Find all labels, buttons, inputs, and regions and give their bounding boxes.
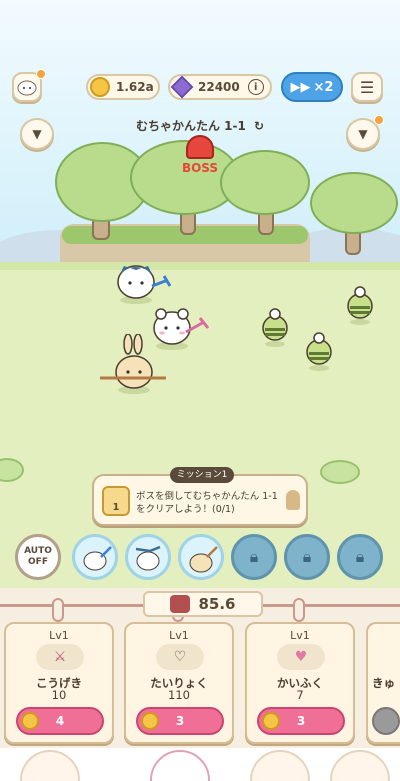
attack-icon: ⚔ [36, 644, 84, 670]
upgrade-button[interactable]: 3 [257, 707, 345, 735]
upgrade-card-recovery: Lv1 ♥ かいふく 7 3 [245, 622, 355, 744]
upgrade-cost: 4 [55, 714, 65, 728]
left-dropdown-button[interactable]: ▼ [20, 118, 54, 150]
chevron-down-icon: ▼ [358, 127, 368, 141]
right-dropdown-button[interactable]: ▼ [346, 115, 384, 150]
notification-dot [374, 115, 384, 125]
mission-tag: ミッション1 [170, 467, 234, 483]
siren-icon [186, 135, 214, 159]
stage-label: むちゃかんたん 1-1 [135, 119, 246, 133]
upgrade-card-partial: きゅ [366, 622, 400, 744]
enemy-plant[interactable] [343, 282, 377, 326]
gold-counter: 1.62a [86, 74, 160, 100]
boss-button[interactable]: BOSS [176, 135, 224, 179]
bell-icon [286, 490, 300, 510]
card-value: 110 [168, 688, 190, 702]
auto-label: AUTO [24, 546, 52, 556]
tree [310, 172, 398, 234]
fast-forward-icon: ▶▶ [290, 79, 311, 95]
coin-icon [141, 712, 159, 730]
card-value: 10 [51, 688, 67, 702]
skill-slot-2[interactable] [125, 534, 171, 580]
skill-slot-1[interactable] [72, 534, 118, 580]
hero-usagi[interactable] [100, 334, 168, 396]
mission-panel[interactable]: ミッション1 1 ボスを倒してむちゃかんたん 1-1をクリアしよう！(0/1) [92, 467, 308, 526]
gem-counter: 22400 i [168, 74, 272, 100]
card-level: Lv1 [49, 629, 69, 642]
coin-icon [21, 712, 39, 730]
upgrade-cost: 3 [296, 714, 306, 728]
hero-hachiware[interactable] [108, 256, 172, 306]
upgrade-card-attack: Lv1 ⚔ こうげき 10 4 [4, 622, 114, 744]
locked-skill-slot[interactable]: 🔒︎ [337, 534, 383, 580]
lock-icon: 🔒︎ [355, 547, 365, 566]
auto-toggle[interactable]: AUTO OFF [15, 534, 61, 580]
gem-value: 22400 [198, 80, 240, 94]
card-level: Lv1 [169, 629, 189, 642]
speed-label: ×2 [313, 79, 334, 95]
locked-skill-slot[interactable]: 🔒︎ [284, 534, 330, 580]
refresh-icon[interactable]: ↻ [254, 119, 264, 133]
mission-text: ボスを倒してむちゃかんたん 1-1をクリアしよう！(0/1) [136, 491, 278, 515]
stamina-icon: ♡ [156, 644, 204, 670]
card-name: きゅ [372, 676, 395, 690]
lock-icon: 🔒︎ [302, 547, 312, 566]
gold-value: 1.62a [116, 80, 154, 94]
upgrade-card-stamina: Lv1 ♡ たいりょく 110 3 [124, 622, 234, 744]
menu-button[interactable]: ☰ [351, 72, 383, 102]
enemy-plant[interactable] [258, 304, 292, 348]
enemy-plant[interactable] [302, 328, 336, 372]
skill-slot-3[interactable] [178, 534, 224, 580]
field-edge [0, 262, 400, 270]
upgrade-button[interactable]: 3 [136, 707, 224, 735]
power-value: 85.6 [198, 595, 236, 613]
auto-state: OFF [28, 557, 48, 567]
avatar-icon [17, 80, 37, 96]
power-emblem-icon [170, 595, 191, 613]
profile-button[interactable] [12, 69, 46, 102]
usagi-skill-icon [189, 546, 218, 573]
recovery-icon: ♥ [277, 644, 325, 670]
lock-icon: 🔒︎ [249, 547, 259, 566]
hachiware-skill-icon [83, 546, 112, 571]
card-level: Lv1 [290, 629, 310, 642]
info-icon[interactable]: i [247, 79, 264, 95]
speed-button[interactable]: ▶▶ ×2 [281, 72, 343, 102]
chiikawa-skill-icon [135, 545, 161, 571]
stage-title: むちゃかんたん 1-1 ↻ [120, 117, 280, 134]
upgrade-button[interactable]: 4 [16, 707, 104, 735]
upgrade-button[interactable] [372, 707, 400, 735]
coin-icon [262, 712, 280, 730]
tree [220, 150, 310, 215]
card-value: 7 [296, 688, 304, 702]
coin-icon [90, 77, 110, 97]
mission-reward-icon: 1 [102, 486, 130, 516]
combat-power: 85.6 [143, 591, 263, 617]
locked-skill-slot[interactable]: 🔒︎ [231, 534, 277, 580]
chevron-down-icon: ▼ [32, 127, 42, 141]
upgrade-cost: 3 [175, 714, 185, 728]
mission-level: 1 [112, 502, 120, 513]
menu-icon: ☰ [359, 77, 375, 97]
boss-label: BOSS [181, 161, 219, 175]
card-hook [52, 598, 64, 622]
bush [320, 460, 360, 484]
notification-dot [36, 69, 46, 79]
card-hook [293, 598, 305, 622]
gem-icon [170, 75, 194, 99]
